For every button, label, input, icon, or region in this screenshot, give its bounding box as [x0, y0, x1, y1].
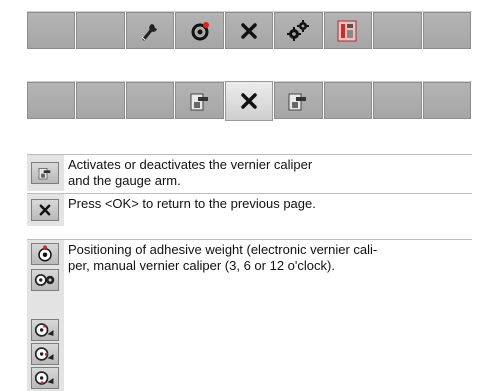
legend-caliper: Activates or deactivates the vernier cal…	[27, 154, 472, 191]
caliper-settings-icon	[337, 20, 357, 41]
toolbar-button-caliper[interactable]	[175, 82, 224, 119]
toolbar-button-close-active[interactable]	[224, 81, 274, 121]
legend-line: per, manual vernier caliper (3, 6 or 12 …	[68, 258, 335, 273]
toolbar-button-empty[interactable]	[76, 12, 125, 49]
wrench-icon	[141, 23, 158, 40]
close-icon	[241, 22, 257, 39]
caliper-icon	[288, 93, 307, 110]
toolbar-button-wrench[interactable]	[125, 12, 175, 49]
caliper-icon	[31, 162, 59, 184]
legend-line: and the gauge arm.	[68, 173, 181, 188]
legend-icon-column	[27, 155, 64, 191]
legend-line: Positioning of adhesive weight (electron…	[68, 242, 378, 257]
wheel-weight-position-icon	[31, 319, 59, 341]
toolbar-button-settings[interactable]	[274, 12, 323, 49]
legend-line: Press <OK> to return to the previous pag…	[68, 196, 316, 211]
toolbar-button-empty[interactable]	[27, 12, 76, 49]
toolbar-button-empty[interactable]	[323, 82, 373, 119]
legend-icon-column	[27, 240, 64, 391]
toolbar-button-empty[interactable]	[373, 82, 422, 119]
close-icon	[31, 199, 59, 221]
legend-text: Activates or deactivates the vernier cal…	[68, 157, 468, 189]
toolbar-bottom	[27, 81, 472, 121]
toolbar-button-empty[interactable]	[27, 82, 76, 119]
legend-adhesive-weight: Positioning of adhesive weight (electron…	[27, 239, 472, 391]
caliper-icon	[190, 93, 208, 110]
toolbar-button-close[interactable]	[224, 12, 274, 49]
toolbar-top	[27, 11, 472, 51]
toolbar-button-empty[interactable]	[76, 82, 125, 119]
toolbar-button-rotate[interactable]	[175, 12, 224, 49]
clock-position-icon	[31, 243, 59, 265]
gears-icon	[287, 19, 310, 41]
legend-close: Press <OK> to return to the previous pag…	[27, 193, 472, 226]
toolbar-button-empty[interactable]	[125, 82, 175, 119]
wheel-weight-position-icon	[31, 343, 59, 365]
rotate-target-icon	[191, 21, 209, 40]
legend-icon-column	[27, 194, 64, 226]
toolbar-button-empty[interactable]	[422, 12, 471, 49]
legend-text: Press <OK> to return to the previous pag…	[68, 196, 468, 212]
wheel-weight-position-icon	[31, 367, 59, 389]
legend-text: Positioning of adhesive weight (electron…	[68, 242, 468, 274]
legend-line: Activates or deactivates the vernier cal…	[68, 157, 313, 172]
wheel-weight-icon	[31, 269, 59, 291]
toolbar-button-caliper[interactable]	[274, 82, 323, 119]
close-icon	[241, 93, 257, 109]
toolbar-button-empty[interactable]	[422, 82, 471, 119]
toolbar-button-empty[interactable]	[373, 12, 422, 49]
toolbar-button-caliper-settings[interactable]	[323, 12, 373, 49]
